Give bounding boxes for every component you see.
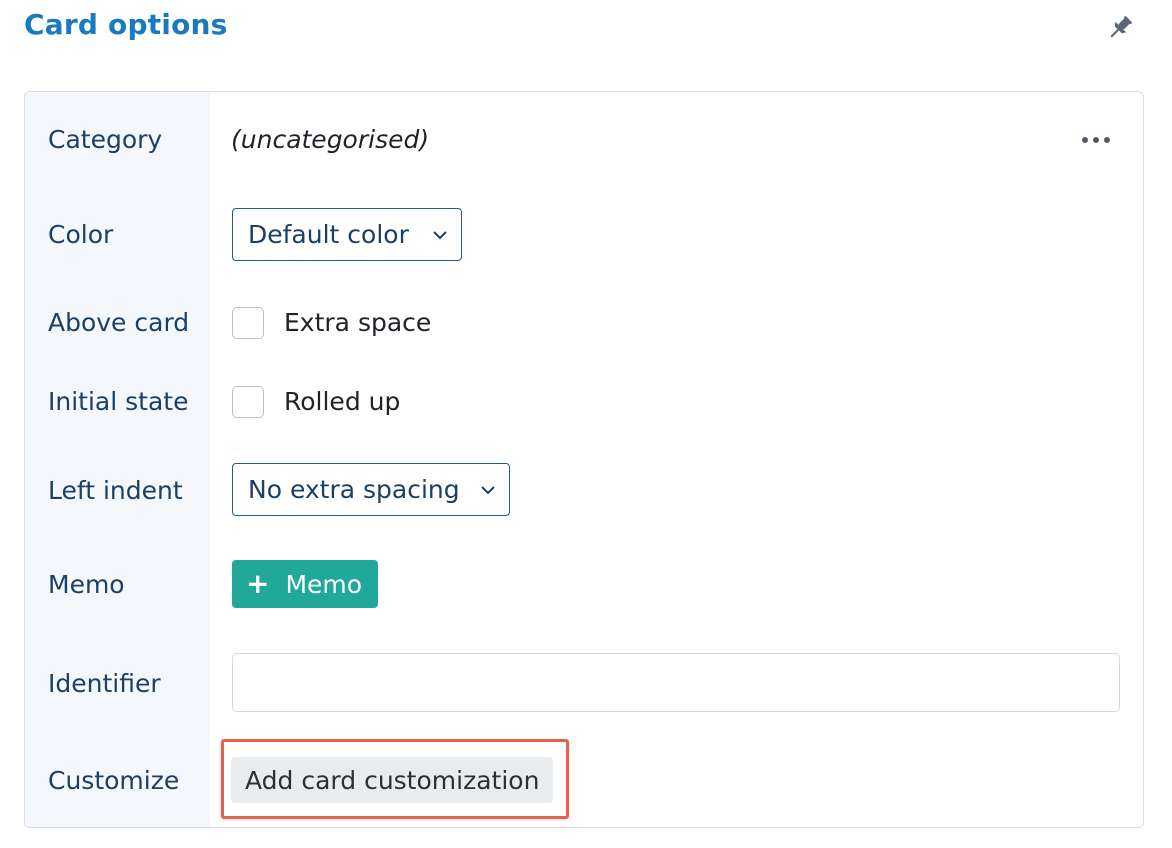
label-column — [25, 92, 210, 827]
above-card-label: Above card — [48, 308, 190, 337]
chevron-down-icon — [481, 486, 495, 495]
category-value[interactable]: (uncategorised) — [231, 124, 429, 156]
color-label: Color — [48, 220, 114, 249]
rolled-up-row: Rolled up — [232, 386, 400, 418]
pin-button[interactable] — [1100, 8, 1140, 48]
extra-space-checkbox[interactable] — [232, 307, 264, 339]
category-label: Category — [48, 125, 163, 154]
page-title: Card options — [24, 8, 228, 41]
extra-space-row: Extra space — [232, 307, 431, 339]
pin-icon — [1110, 16, 1132, 38]
chevron-down-icon — [433, 231, 447, 240]
add-memo-button[interactable]: + Memo — [232, 560, 378, 608]
highlight-box — [221, 739, 569, 819]
extra-space-label[interactable]: Extra space — [284, 307, 431, 339]
identifier-input[interactable] — [232, 653, 1120, 712]
initial-state-label: Initial state — [48, 387, 189, 416]
plus-icon: + — [246, 567, 270, 600]
memo-label: Memo — [48, 570, 125, 599]
left-indent-select-value: No extra spacing — [248, 475, 460, 504]
color-select-value: Default color — [248, 220, 409, 249]
rolled-up-checkbox[interactable] — [232, 386, 264, 418]
color-select[interactable]: Default color — [232, 208, 462, 261]
identifier-label: Identifier — [48, 669, 161, 698]
card-options-panel: Category (uncategorised) Color Default c… — [24, 91, 1144, 828]
customize-label: Customize — [48, 766, 180, 795]
card-options-header: Card options — [0, 0, 1172, 60]
add-memo-button-label: Memo — [285, 569, 363, 599]
left-indent-label: Left indent — [48, 476, 183, 505]
more-horizontal-icon — [1082, 137, 1088, 143]
more-options-button[interactable] — [1074, 122, 1118, 158]
rolled-up-label[interactable]: Rolled up — [284, 386, 400, 418]
left-indent-select[interactable]: No extra spacing — [232, 463, 510, 516]
